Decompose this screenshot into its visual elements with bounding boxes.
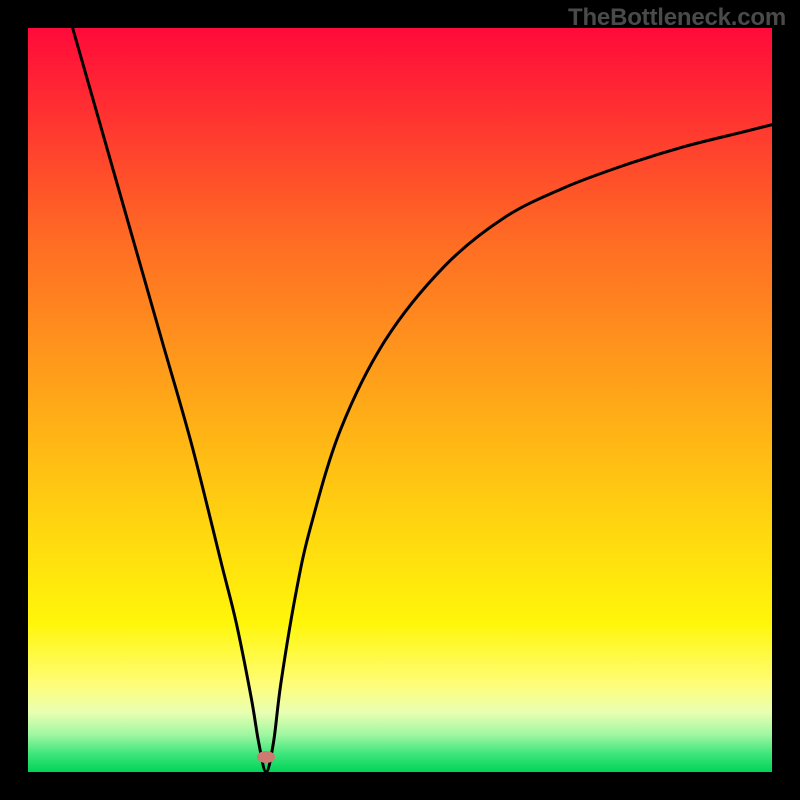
watermark-label: TheBottleneck.com [568,4,786,32]
dip-marker [257,751,275,763]
plot-area [28,28,772,772]
chart-frame: TheBottleneck.com [0,0,800,800]
bottleneck-curve [28,28,772,772]
